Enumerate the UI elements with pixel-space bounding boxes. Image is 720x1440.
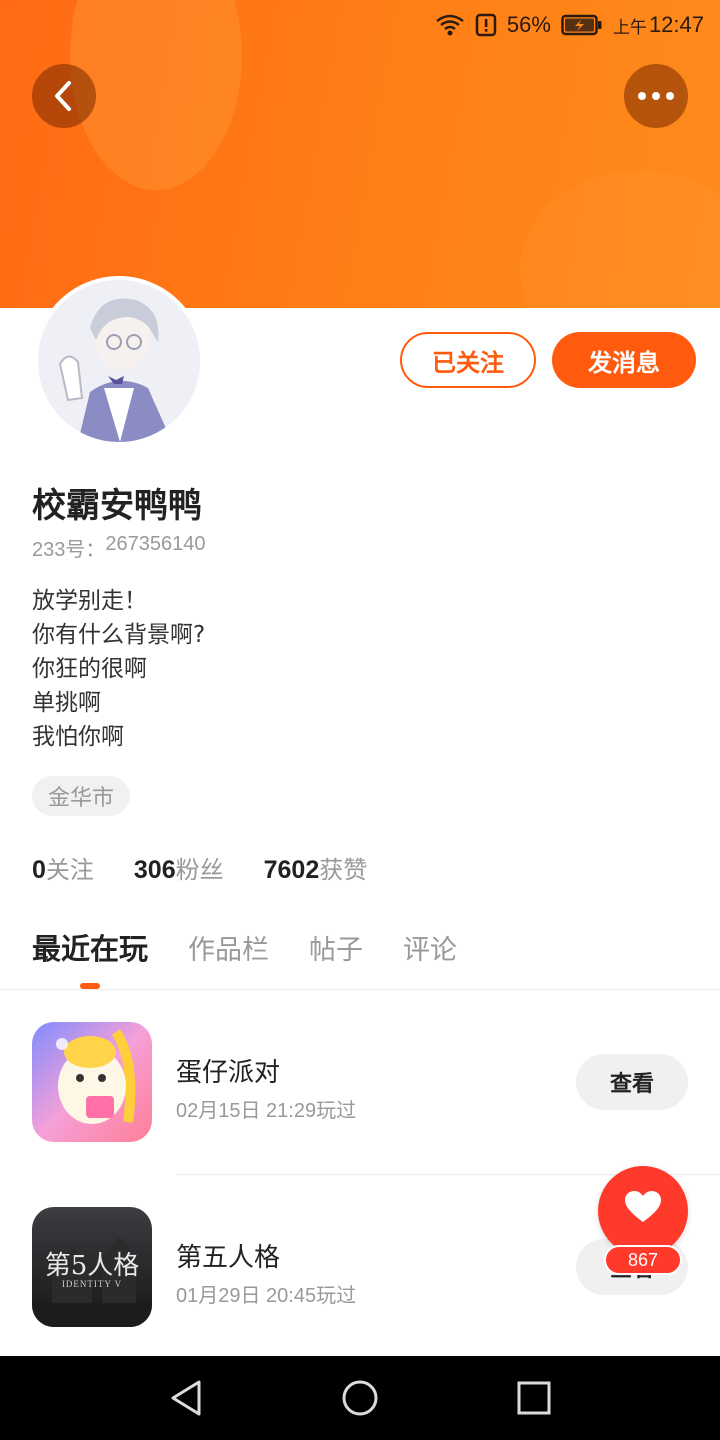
avatar[interactable] bbox=[34, 276, 204, 446]
system-navigation-bar bbox=[0, 1356, 720, 1440]
user-id-label: 233号： bbox=[32, 539, 106, 561]
followed-button[interactable]: 已关注 bbox=[400, 332, 536, 388]
wifi-icon bbox=[436, 14, 464, 36]
bio: 放学别走！ 你有什么背景啊? 你狂的很啊 单挑啊 我怕你啊 bbox=[32, 584, 205, 754]
stat-value: 7602 bbox=[263, 856, 320, 884]
game-icon-text: 第5人格 bbox=[44, 1251, 140, 1281]
tab-comments[interactable]: 评论 bbox=[403, 928, 457, 967]
user-id-value: 267356140 bbox=[105, 533, 206, 555]
tab-posts[interactable]: 帖子 bbox=[309, 928, 363, 967]
profile-header-banner: 56% 上午 12:47 bbox=[0, 0, 720, 308]
status-bar: 56% 上午 12:47 bbox=[435, 8, 704, 42]
list-item[interactable]: 蛋仔派对 02月15日 21:29玩过 查看 bbox=[0, 1022, 720, 1182]
game-icon-subtext: IDENTITY V bbox=[61, 1279, 123, 1289]
chevron-left-icon bbox=[55, 81, 71, 111]
stats-row: 0关注 306粉丝 7602获赞 bbox=[32, 850, 367, 885]
stat-following[interactable]: 0关注 bbox=[32, 850, 94, 885]
more-options-button[interactable] bbox=[624, 64, 688, 128]
game-played-time: 01月29日 20:45玩过 bbox=[176, 1285, 357, 1307]
stat-fans[interactable]: 306粉丝 bbox=[134, 850, 224, 885]
triangle-back-icon[interactable] bbox=[169, 1379, 203, 1417]
location-tag: 金华市 bbox=[32, 776, 131, 816]
back-button[interactable] bbox=[32, 64, 96, 128]
stat-label: 获赞 bbox=[319, 856, 368, 884]
time-prefix: 上午 bbox=[612, 17, 647, 37]
game-name: 蛋仔派对 bbox=[176, 1058, 281, 1088]
send-message-button[interactable]: 发消息 bbox=[552, 332, 696, 388]
battery-icon bbox=[561, 14, 602, 36]
view-game-button[interactable]: 查看 bbox=[576, 1054, 688, 1110]
game-played-time: 02月15日 21:29玩过 bbox=[176, 1100, 357, 1122]
bio-line: 你狂的很啊 bbox=[32, 656, 147, 682]
bio-line: 我怕你啊 bbox=[32, 724, 124, 750]
stat-label: 粉丝 bbox=[175, 856, 224, 884]
divider bbox=[0, 989, 720, 990]
stat-value: 0 bbox=[32, 856, 46, 884]
more-dots-icon bbox=[638, 92, 674, 100]
stat-likes: 7602获赞 bbox=[264, 850, 368, 885]
stat-value: 306 bbox=[133, 856, 176, 884]
bio-line: 放学别走！ bbox=[32, 588, 147, 614]
circle-home-icon[interactable] bbox=[341, 1379, 379, 1417]
profile-tabs: 最近在玩 作品栏 帖子 评论 bbox=[32, 926, 457, 968]
stat-label: 关注 bbox=[45, 856, 94, 884]
battery-percent: 56% bbox=[506, 12, 551, 37]
header-decoration bbox=[520, 170, 720, 308]
tab-works[interactable]: 作品栏 bbox=[188, 928, 269, 967]
clock: 12:47 bbox=[648, 12, 704, 37]
eggy-party-icon[interactable] bbox=[32, 1022, 152, 1142]
alert-icon bbox=[475, 13, 497, 37]
like-count: 867 bbox=[604, 1245, 682, 1275]
like-button[interactable] bbox=[598, 1166, 688, 1256]
bio-line: 单挑啊 bbox=[32, 690, 101, 716]
tab-recently-played[interactable]: 最近在玩 bbox=[32, 926, 148, 968]
user-id: 233号： 267356140 bbox=[32, 533, 205, 562]
square-recents-icon[interactable] bbox=[517, 1381, 551, 1415]
game-name: 第五人格 bbox=[176, 1243, 281, 1273]
bio-line: 你有什么背景啊? bbox=[32, 622, 206, 648]
nickname: 校霸安鸭鸭 bbox=[32, 486, 202, 526]
heart-icon bbox=[625, 1191, 661, 1222]
identity-v-icon[interactable]: 第5人格 IDENTITY V bbox=[32, 1207, 152, 1327]
